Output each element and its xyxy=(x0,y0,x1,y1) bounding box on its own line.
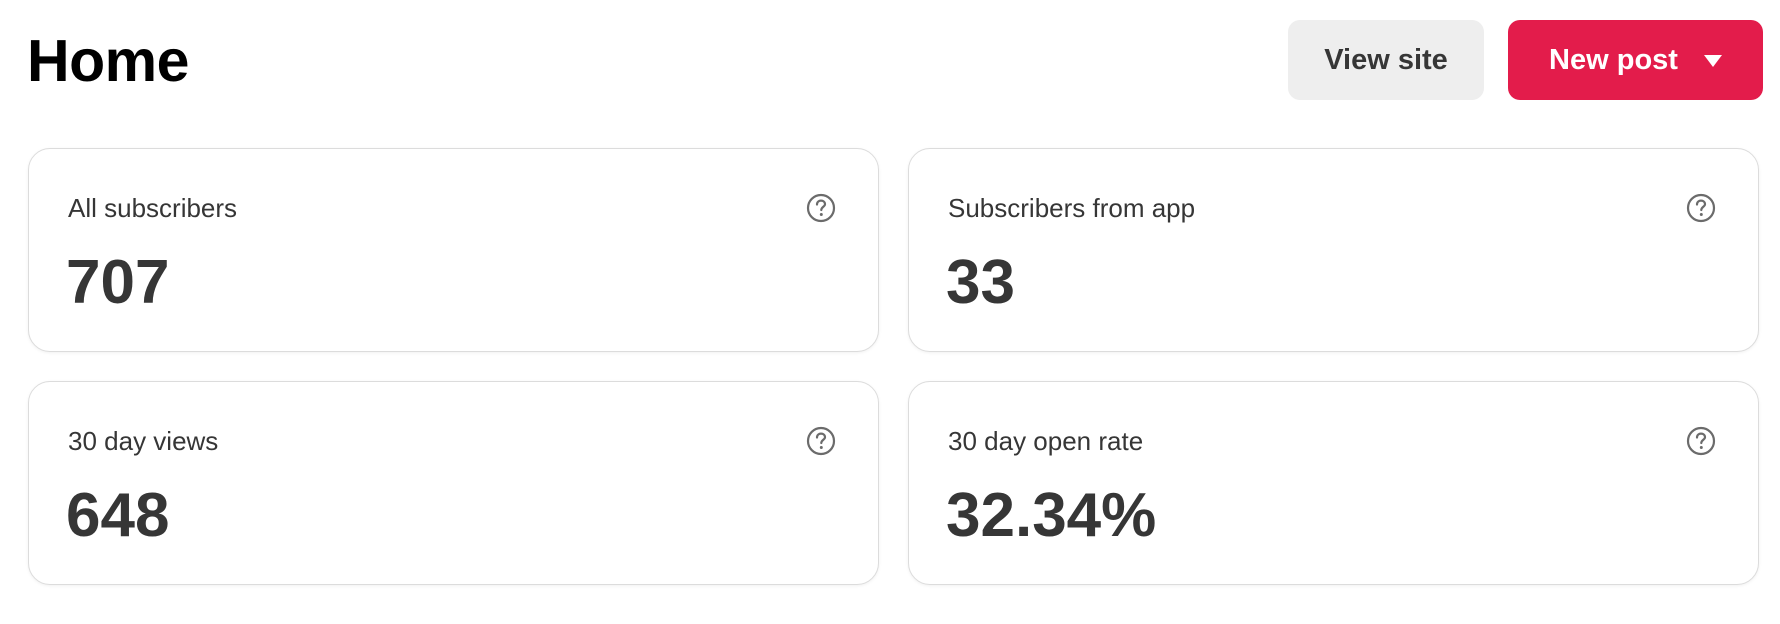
help-icon[interactable] xyxy=(806,193,836,223)
stat-value: 648 xyxy=(66,481,170,550)
stat-card-all-subscribers: All subscribers 707 xyxy=(28,148,879,352)
help-icon[interactable] xyxy=(806,426,836,456)
view-site-button[interactable]: View site xyxy=(1288,20,1484,100)
stat-label: All subscribers xyxy=(68,193,238,223)
help-icon[interactable] xyxy=(1686,426,1716,456)
stat-value: 32.34% xyxy=(946,481,1157,550)
page-title: Home xyxy=(27,28,189,94)
stat-card-30-day-views: 30 day views 648 xyxy=(28,381,879,585)
new-post-label: New post xyxy=(1549,43,1678,76)
stat-label: 30 day views xyxy=(68,426,219,456)
stat-label: 30 day open rate xyxy=(948,426,1144,456)
stat-card-subscribers-from-app: Subscribers from app 33 xyxy=(908,148,1759,352)
caret-down-icon xyxy=(1703,55,1722,67)
stat-value: 33 xyxy=(946,248,1015,317)
stat-label: Subscribers from app xyxy=(948,193,1196,223)
new-post-button[interactable]: New post xyxy=(1508,20,1763,100)
stat-value: 707 xyxy=(66,248,170,317)
help-icon[interactable] xyxy=(1686,193,1716,223)
stat-card-30-day-open-rate: 30 day open rate 32.34% xyxy=(908,381,1759,585)
